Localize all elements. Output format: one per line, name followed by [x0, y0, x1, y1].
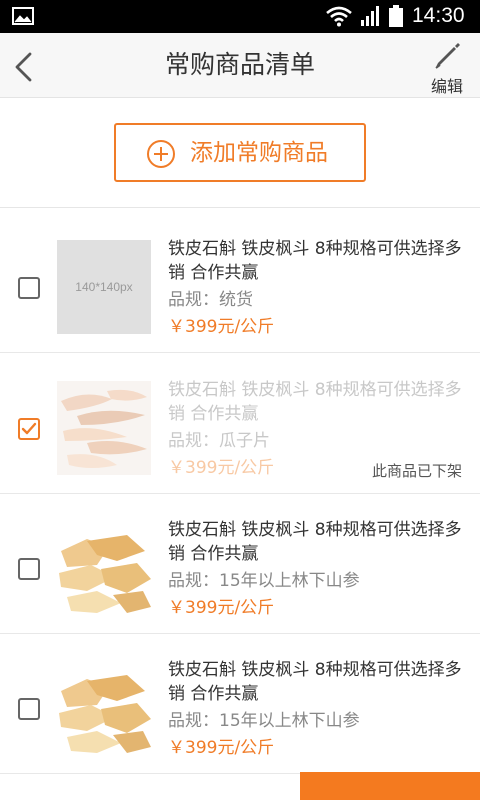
bottom-action-button[interactable]	[300, 772, 480, 800]
status-time: 14:30	[412, 4, 465, 27]
product-name: 铁皮石斛 铁皮枫斗 8种规格可供选择多销 合作共赢	[168, 239, 462, 283]
product-image	[57, 661, 151, 755]
off-shelf-notice: 此商品已下架	[371, 462, 462, 480]
product-image	[57, 381, 151, 475]
product-name: 铁皮石斛 铁皮枫斗 8种规格可供选择多销 合作共赢	[168, 660, 462, 704]
edit-button[interactable]: 编辑	[424, 39, 470, 96]
battery-icon	[389, 5, 403, 27]
item-checkbox[interactable]	[18, 277, 40, 299]
signal-icon	[361, 6, 379, 26]
product-price: ￥399元/公斤	[168, 317, 275, 337]
product-spec: 品规：15年以上林下山参	[168, 711, 360, 731]
pencil-icon	[435, 43, 460, 69]
product-name: 铁皮石斛 铁皮枫斗 8种规格可供选择多销 合作共赢	[168, 380, 462, 424]
list-item[interactable]: 铁皮石斛 铁皮枫斗 8种规格可供选择多销 合作共赢 品规：15年以上林下山参 ￥…	[0, 634, 480, 774]
item-checkbox[interactable]	[18, 418, 40, 440]
app-header: 常购商品清单 编辑	[0, 33, 480, 98]
product-spec: 品规：瓜子片	[168, 431, 270, 451]
gallery-icon	[12, 7, 34, 25]
wifi-icon	[326, 6, 352, 27]
page-title: 常购商品清单	[164, 50, 315, 79]
list-item[interactable]: 铁皮石斛 铁皮枫斗 8种规格可供选择多销 合作共赢 品规：瓜子片 ￥399元/公…	[0, 354, 480, 494]
checkmark-icon	[21, 422, 37, 435]
add-frequent-product-button[interactable]: 添加常购商品	[114, 123, 366, 182]
item-checkbox[interactable]	[18, 698, 40, 720]
item-checkbox[interactable]	[18, 558, 40, 580]
plus-circle-icon	[147, 140, 175, 168]
product-price: ￥399元/公斤	[168, 598, 275, 618]
product-spec: 品规：统货	[168, 290, 253, 310]
list-item[interactable]: 铁皮石斛 铁皮枫斗 8种规格可供选择多销 合作共赢 品规：15年以上林下山参 ￥…	[0, 494, 480, 634]
edit-label: 编辑	[430, 77, 463, 96]
list-item[interactable]: 140*140px 铁皮石斛 铁皮枫斗 8种规格可供选择多销 合作共赢 品规：统…	[0, 213, 480, 353]
product-image-placeholder: 140*140px	[57, 240, 151, 334]
product-spec: 品规：15年以上林下山参	[168, 571, 360, 591]
add-frequent-product-label: 添加常购商品	[190, 140, 328, 166]
product-price: ￥399元/公斤	[168, 738, 275, 758]
product-name: 铁皮石斛 铁皮枫斗 8种规格可供选择多销 合作共赢	[168, 520, 462, 564]
add-section: 添加常购商品	[0, 98, 480, 208]
product-image	[57, 521, 151, 615]
status-bar: 14:30	[0, 0, 480, 33]
